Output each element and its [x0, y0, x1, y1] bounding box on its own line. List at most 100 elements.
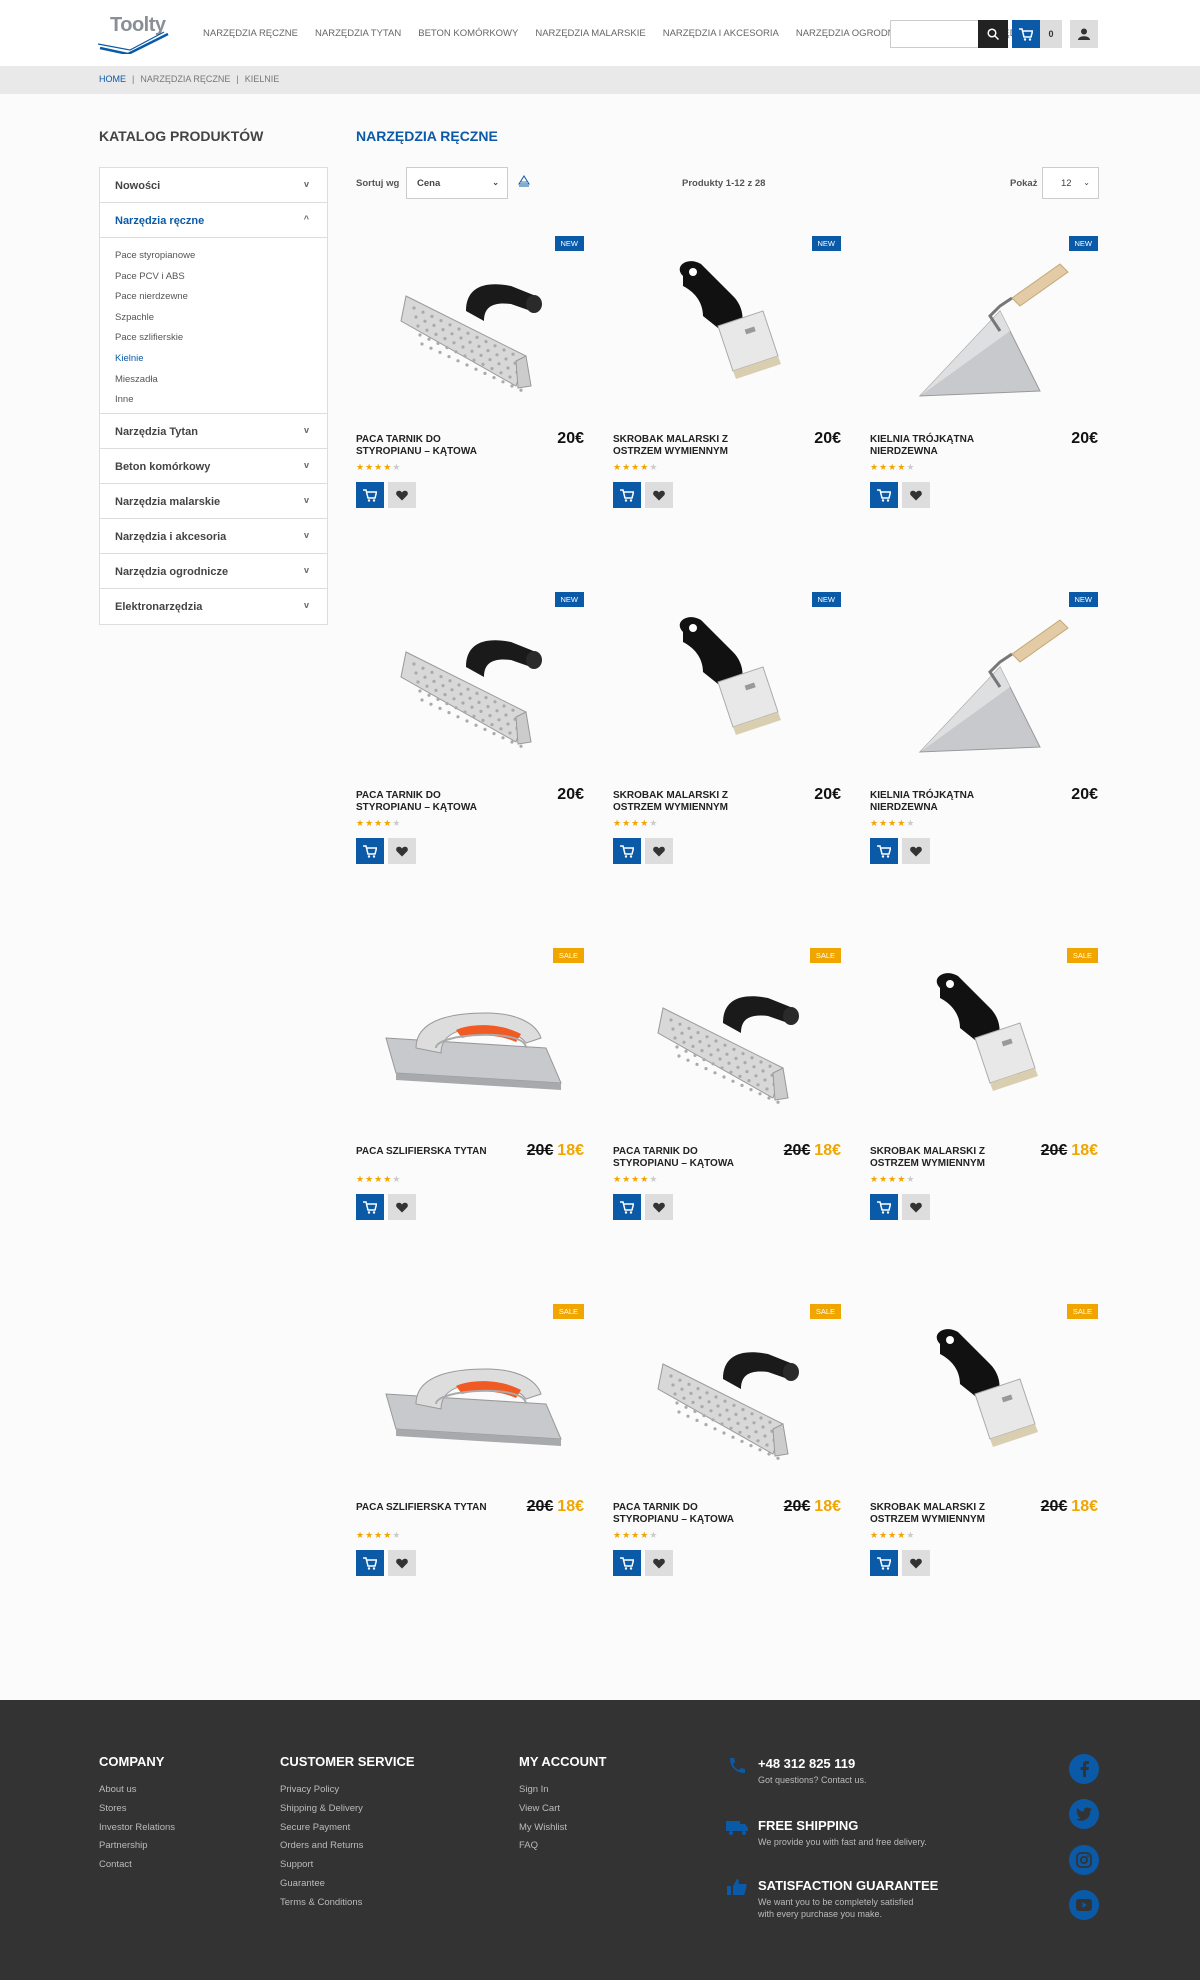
account-button[interactable] [1070, 20, 1098, 48]
product-image[interactable] [633, 256, 823, 406]
subcategory-item[interactable]: Inne [115, 390, 312, 411]
product-card[interactable]: NEW SKROBAK MALARSKI Z OSTRZEM WYMIENNYM… [613, 236, 841, 536]
footer-link[interactable]: Partnership [99, 1837, 175, 1856]
product-image[interactable] [376, 256, 566, 406]
logo[interactable]: Toolty [98, 14, 170, 54]
add-to-wishlist-button[interactable] [388, 1194, 416, 1220]
add-to-cart-button[interactable] [870, 1550, 898, 1576]
add-to-wishlist-button[interactable] [388, 1550, 416, 1576]
subcategory-item[interactable]: Pace nierdzewne [115, 287, 312, 308]
product-image[interactable] [890, 256, 1080, 406]
footer-link[interactable]: My Wishlist [519, 1819, 606, 1838]
product-image[interactable] [376, 1324, 566, 1474]
cart-button[interactable]: 0 [1012, 20, 1062, 48]
category-item[interactable]: Narzędzia malarskie v [100, 484, 327, 519]
product-card[interactable]: SALE PACA SZLIFIERSKA TYTAN 20€ 18€ ★★★★★ [356, 1304, 584, 1604]
add-to-cart-button[interactable] [356, 1550, 384, 1576]
product-card[interactable]: SALE PACA TARNIK DO STYROPIANU – KĄTOWA 2… [613, 1304, 841, 1604]
product-card[interactable]: SALE SKROBAK MALARSKI Z OSTRZEM WYMIENNY… [870, 948, 1098, 1248]
add-to-cart-button[interactable] [613, 1194, 641, 1220]
product-image[interactable] [633, 612, 823, 762]
product-name[interactable]: PACA TARNIK DO STYROPIANU – KĄTOWA [613, 1502, 763, 1526]
breadcrumb-category[interactable]: NARZĘDZIA RĘCZNE [140, 74, 230, 84]
subcategory-item[interactable]: Pace szlifierskie [115, 328, 312, 349]
footer-link[interactable]: View Cart [519, 1800, 606, 1819]
product-name[interactable]: PACA TARNIK DO STYROPIANU – KĄTOWA [356, 434, 506, 458]
product-card[interactable]: NEW PACA TARNIK DO STYROPIANU – KĄTOWA 20… [356, 236, 584, 536]
add-to-cart-button[interactable] [870, 838, 898, 864]
search-button[interactable] [978, 20, 1008, 48]
add-to-wishlist-button[interactable] [645, 838, 673, 864]
add-to-wishlist-button[interactable] [645, 1194, 673, 1220]
product-name[interactable]: KIELNIA TRÓJKĄTNA NIERDZEWNA [870, 434, 1020, 458]
subcategory-item[interactable]: Pace styropianowe [115, 246, 312, 267]
nav-item[interactable]: NARZĘDZIA TYTAN [315, 28, 401, 39]
footer-link[interactable]: Sign In [519, 1781, 606, 1800]
product-card[interactable]: NEW PACA TARNIK DO STYROPIANU – KĄTOWA 20… [356, 592, 584, 892]
product-image[interactable] [633, 968, 823, 1118]
add-to-cart-button[interactable] [870, 1194, 898, 1220]
category-item[interactable]: Narzędzia ręczne ^ [100, 203, 327, 238]
product-card[interactable]: NEW KIELNIA TRÓJKĄTNA NIERDZEWNA 20€ ★★★★★ [870, 236, 1098, 536]
sort-direction-icon[interactable] [517, 174, 531, 188]
add-to-cart-button[interactable] [613, 838, 641, 864]
footer-link[interactable]: Privacy Policy [280, 1781, 415, 1800]
product-name[interactable]: PACA TARNIK DO STYROPIANU – KĄTOWA [356, 790, 506, 814]
category-item[interactable]: Elektronarzędzia v [100, 589, 327, 624]
instagram-icon[interactable] [1069, 1845, 1099, 1875]
add-to-wishlist-button[interactable] [902, 1194, 930, 1220]
footer-link[interactable]: Contact [99, 1856, 175, 1875]
add-to-cart-button[interactable] [356, 1194, 384, 1220]
add-to-wishlist-button[interactable] [645, 1550, 673, 1576]
phone-number[interactable]: +48 312 825 119 [758, 1756, 867, 1771]
footer-link[interactable]: Secure Payment [280, 1819, 415, 1838]
product-name[interactable]: SKROBAK MALARSKI Z OSTRZEM WYMIENNYM [870, 1502, 1020, 1526]
product-name[interactable]: PACA TARNIK DO STYROPIANU – KĄTOWA [613, 1146, 763, 1170]
add-to-wishlist-button[interactable] [388, 838, 416, 864]
footer-link[interactable]: Investor Relations [99, 1819, 175, 1838]
product-name[interactable]: SKROBAK MALARSKI Z OSTRZEM WYMIENNYM [613, 790, 763, 814]
product-image[interactable] [890, 968, 1080, 1118]
sort-select[interactable]: Cena ⌄ [406, 167, 508, 199]
nav-item[interactable]: NARZĘDZIA I AKCESORIA [663, 28, 779, 39]
footer-link[interactable]: Support [280, 1856, 415, 1875]
product-image[interactable] [376, 612, 566, 762]
product-image[interactable] [890, 612, 1080, 762]
product-image[interactable] [633, 1324, 823, 1474]
product-image[interactable] [376, 968, 566, 1118]
youtube-icon[interactable] [1069, 1890, 1099, 1920]
add-to-cart-button[interactable] [613, 1550, 641, 1576]
twitter-icon[interactable] [1069, 1799, 1099, 1829]
footer-link[interactable]: Stores [99, 1800, 175, 1819]
add-to-wishlist-button[interactable] [902, 1550, 930, 1576]
add-to-cart-button[interactable] [356, 838, 384, 864]
product-card[interactable]: SALE SKROBAK MALARSKI Z OSTRZEM WYMIENNY… [870, 1304, 1098, 1604]
per-page-select[interactable]: 12 ⌄ [1042, 167, 1099, 199]
nav-item[interactable]: NARZĘDZIA MALARSKIE [535, 28, 645, 39]
nav-item[interactable]: BETON KOMÓRKOWY [418, 28, 518, 39]
subcategory-item[interactable]: Kielnie [115, 349, 312, 370]
product-card[interactable]: NEW KIELNIA TRÓJKĄTNA NIERDZEWNA 20€ ★★★★★ [870, 592, 1098, 892]
footer-link[interactable]: FAQ [519, 1837, 606, 1856]
product-card[interactable]: NEW SKROBAK MALARSKI Z OSTRZEM WYMIENNYM… [613, 592, 841, 892]
breadcrumb-home[interactable]: HOME [99, 74, 126, 84]
product-name[interactable]: PACA SZLIFIERSKA TYTAN [356, 1502, 506, 1514]
product-name[interactable]: KIELNIA TRÓJKĄTNA NIERDZEWNA [870, 790, 1020, 814]
footer-link[interactable]: Terms & Conditions [280, 1894, 415, 1913]
footer-link[interactable]: Guarantee [280, 1875, 415, 1894]
subcategory-item[interactable]: Mieszadła [115, 370, 312, 391]
add-to-cart-button[interactable] [356, 482, 384, 508]
add-to-wishlist-button[interactable] [902, 482, 930, 508]
category-item[interactable]: Nowości v [100, 168, 327, 203]
nav-item[interactable]: NARZĘDZIA RĘCZNE [203, 28, 298, 39]
category-item[interactable]: Narzędzia i akcesoria v [100, 519, 327, 554]
category-item[interactable]: Narzędzia Tytan v [100, 414, 327, 449]
footer-link[interactable]: Orders and Returns [280, 1837, 415, 1856]
product-card[interactable]: SALE PACA TARNIK DO STYROPIANU – KĄTOWA 2… [613, 948, 841, 1248]
product-name[interactable]: PACA SZLIFIERSKA TYTAN [356, 1146, 506, 1158]
product-image[interactable] [890, 1324, 1080, 1474]
subcategory-item[interactable]: Szpachle [115, 308, 312, 329]
footer-link[interactable]: About us [99, 1781, 175, 1800]
product-name[interactable]: SKROBAK MALARSKI Z OSTRZEM WYMIENNYM [870, 1146, 1020, 1170]
category-item[interactable]: Narzędzia ogrodnicze v [100, 554, 327, 589]
